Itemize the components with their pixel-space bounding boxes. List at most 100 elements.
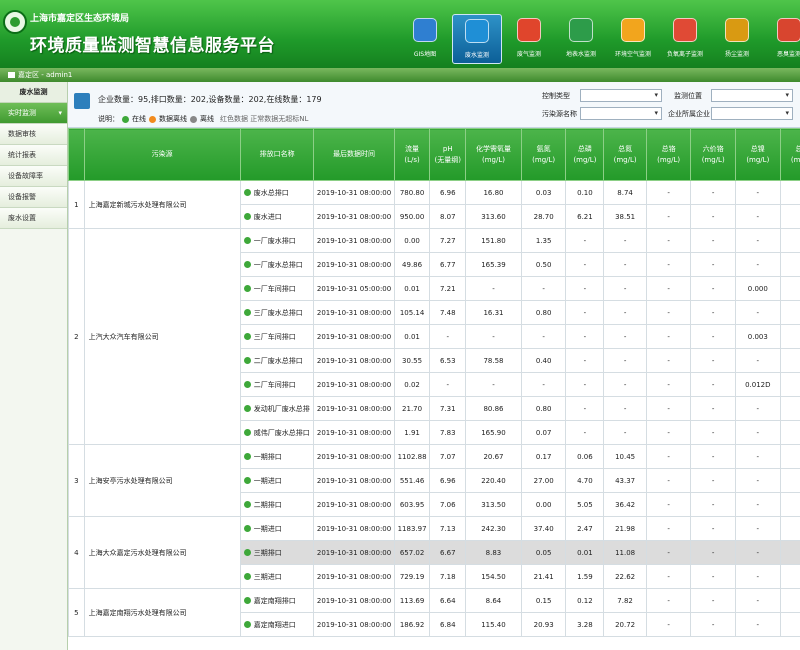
data-cell: - bbox=[735, 420, 781, 445]
nav-label: 环境空气监测 bbox=[614, 51, 651, 58]
data-cell: - bbox=[690, 348, 736, 373]
data-cell: - bbox=[779, 564, 800, 589]
outlet-name[interactable]: 废水进口 bbox=[254, 213, 282, 221]
column-header[interactable]: pH (无量纲) bbox=[429, 128, 467, 181]
outlet-name[interactable]: 二厂废水总排口 bbox=[254, 357, 303, 365]
table-row[interactable]: 1 上海嘉定新城污水处理有限公司 废水总排口 2019-10-31 08:00:00 7… bbox=[68, 180, 800, 229]
platform-title: 环境质量监测智慧信息服务平台 bbox=[30, 36, 275, 56]
outlet-name[interactable]: 三厂废水总排口 bbox=[254, 309, 303, 317]
column-header[interactable]: 总氮 (mg/L) bbox=[603, 128, 647, 181]
outlet-cell: 三厂车间排口 bbox=[239, 324, 315, 349]
column-header[interactable]: 总铜 (mg/L) bbox=[779, 128, 800, 181]
online-status-icon bbox=[243, 500, 251, 508]
column-header-text: 总镍 bbox=[750, 144, 765, 153]
outlet-name[interactable]: 发动机厂废水总排 bbox=[254, 405, 310, 413]
sidebar-item-4[interactable]: 设备报警 bbox=[0, 187, 67, 208]
outlet-name[interactable]: 嘉定南翔进口 bbox=[254, 621, 296, 629]
globe-icon bbox=[413, 18, 437, 42]
data-cell: - bbox=[779, 204, 800, 229]
outlet-name[interactable]: 三期排口 bbox=[254, 549, 282, 557]
data-cell: 49.86 bbox=[393, 252, 431, 277]
outlet-name[interactable]: 一厂车间排口 bbox=[254, 285, 296, 293]
sidebar-item-1[interactable]: 数据审核 bbox=[0, 124, 67, 145]
sidebar-item-5[interactable]: 废水设置 bbox=[0, 208, 67, 229]
nav-item-1[interactable]: 废水监测 bbox=[452, 14, 502, 64]
outlet-cell: 威伟厂废水总排口 bbox=[239, 420, 315, 445]
data-cell: 8.07 bbox=[429, 204, 467, 229]
data-cell: - bbox=[779, 300, 800, 325]
table-row[interactable]: 3 上海安亭污水处理有限公司 一期排口 2019-10-31 08:00:00 1102… bbox=[68, 444, 800, 517]
data-cell: 2019-10-31 08:00:00 bbox=[313, 228, 395, 253]
sidebar-item-0[interactable]: 实时监测 bbox=[0, 103, 67, 124]
column-header[interactable]: 流量 (L/s) bbox=[393, 128, 431, 181]
outlet-cell: 二期排口 bbox=[239, 492, 315, 517]
column-header[interactable]: 六价铬 (mg/L) bbox=[690, 128, 736, 181]
nav-item-6[interactable]: 扬尘监测 bbox=[712, 14, 762, 64]
module-nav: GIS地图 废水监测 废气监测 地表水监测 环境空气监测 负氧离子监测 扬尘监测 恶臭监测 bbox=[400, 14, 800, 64]
pollution-source-input[interactable] bbox=[580, 107, 662, 120]
outlet-name[interactable]: 嘉定南翔排口 bbox=[254, 597, 296, 605]
monitoring-table-container[interactable]: 污染源 排放口名称 最后数据时间 流量 (L/s) pH (无量纲) 化学需氧量 (mg/L) 氨… bbox=[68, 128, 800, 650]
nav-item-2[interactable]: 废气监测 bbox=[504, 14, 554, 64]
outlet-name[interactable]: 三厂车间排口 bbox=[254, 333, 296, 341]
table-row[interactable]: 5 上海嘉定南翔污水处理有限公司 嘉定南翔排口 2019-10-31 08:00:00… bbox=[68, 588, 800, 637]
column-header[interactable]: 氨氮 (mg/L) bbox=[520, 128, 567, 181]
nav-item-4[interactable]: 环境空气监测 bbox=[608, 14, 658, 64]
outlet-name[interactable]: 二期排口 bbox=[254, 501, 282, 509]
row-index: 3 bbox=[68, 444, 85, 517]
outlet-name[interactable]: 一期排口 bbox=[254, 453, 282, 461]
data-cell: - bbox=[645, 348, 692, 373]
outlet-name[interactable]: 一厂废水总排口 bbox=[254, 261, 303, 269]
outlet-name[interactable]: 一期进口 bbox=[254, 525, 282, 533]
data-cell: 2019-10-31 08:00:00 bbox=[313, 588, 395, 613]
nav-item-0[interactable]: GIS地图 bbox=[400, 14, 450, 64]
data-cell: 2019-10-31 08:00:00 bbox=[313, 564, 395, 589]
data-cell: 7.21 bbox=[429, 276, 467, 301]
data-cell: 0.02 bbox=[393, 372, 431, 397]
outlet-name[interactable]: 一期进口 bbox=[254, 477, 282, 485]
data-cell: - bbox=[565, 228, 605, 253]
column-header-text: (mg/L) bbox=[746, 155, 770, 164]
data-cell: 2019-10-31 08:00:00 bbox=[313, 444, 395, 469]
app-header: 上海市嘉定区生态环境局 环境质量监测智慧信息服务平台 GIS地图 废水监测 废气监测… bbox=[0, 0, 800, 68]
data-cell: 0.05 bbox=[520, 540, 567, 565]
column-header[interactable]: 化学需氧量 (mg/L) bbox=[465, 128, 522, 181]
pollution-source-name: 上海嘉定南翔污水处理有限公司 bbox=[83, 588, 241, 637]
enterprise-select[interactable] bbox=[711, 107, 793, 120]
statistics-icon bbox=[74, 93, 90, 109]
outlet-name[interactable]: 二厂车间排口 bbox=[254, 381, 296, 389]
outlet-name[interactable]: 一厂废水排口 bbox=[254, 237, 296, 245]
nav-item-3[interactable]: 地表水监测 bbox=[556, 14, 606, 64]
home-icon[interactable] bbox=[8, 72, 15, 78]
data-cell: 21.41 bbox=[520, 564, 567, 589]
column-header-text: (mg/L) bbox=[657, 155, 681, 164]
table-row[interactable]: 2 上汽大众汽车有限公司 一厂废水排口 2019-10-31 08:00:00 0.00… bbox=[68, 228, 800, 445]
column-header[interactable]: 污染源 bbox=[83, 128, 241, 181]
column-header[interactable]: 总铬 (mg/L) bbox=[645, 128, 692, 181]
column-header[interactable]: 最后数据时间 bbox=[313, 128, 395, 181]
data-cell: - bbox=[779, 612, 800, 637]
nav-item-7[interactable]: 恶臭监测 bbox=[764, 14, 800, 64]
outlet-name[interactable]: 三期进口 bbox=[254, 573, 282, 581]
data-cell: - bbox=[779, 348, 800, 373]
data-cell: 4.70 bbox=[565, 468, 605, 493]
data-cell: 0.00 bbox=[393, 228, 431, 253]
column-header[interactable]: 总磷 (mg/L) bbox=[565, 128, 605, 181]
monitor-position-select[interactable] bbox=[711, 89, 793, 102]
column-header[interactable] bbox=[68, 128, 85, 181]
outlet-name[interactable]: 废水总排口 bbox=[254, 189, 289, 197]
data-cell: - bbox=[603, 372, 647, 397]
outlet-name[interactable]: 威伟厂废水总排口 bbox=[254, 429, 310, 437]
table-row[interactable]: 4 上海大众嘉定污水处理有限公司 一期进口 2019-10-31 08:00:00 11… bbox=[68, 516, 800, 589]
column-header-text: (mg/L) bbox=[532, 155, 556, 164]
column-header[interactable]: 总镍 (mg/L) bbox=[735, 128, 781, 181]
data-cell: 1.59 bbox=[565, 564, 605, 589]
sidebar-item-2[interactable]: 统计报表 bbox=[0, 145, 67, 166]
data-cell: - bbox=[690, 276, 736, 301]
column-header[interactable]: 排放口名称 bbox=[239, 128, 315, 181]
sidebar-item-3[interactable]: 设备故障率 bbox=[0, 166, 67, 187]
nav-item-5[interactable]: 负氧离子监测 bbox=[660, 14, 710, 64]
control-type-select[interactable] bbox=[580, 89, 662, 102]
online-status-icon bbox=[243, 284, 251, 292]
data-cell: - bbox=[690, 564, 736, 589]
